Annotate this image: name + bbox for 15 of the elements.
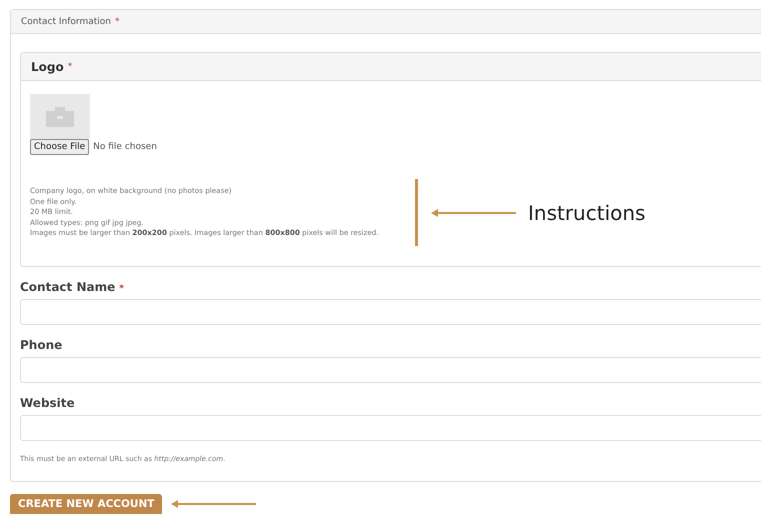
required-asterisk: * [68, 62, 72, 72]
field-label: Contact Name [20, 280, 116, 294]
required-asterisk: * [114, 16, 120, 26]
instructions-label: Instructions [528, 200, 646, 224]
logo-title: Logo [31, 60, 64, 74]
section-title: Contact Information [21, 16, 111, 26]
briefcase-icon [46, 106, 74, 126]
choose-file-button[interactable]: Choose File [30, 139, 90, 155]
file-status: No file chosen [93, 142, 157, 152]
required-asterisk: * [119, 284, 124, 294]
field-label: Website [20, 396, 75, 410]
arrow-icon [170, 499, 256, 509]
bracket-line [415, 179, 418, 246]
arrow-icon [430, 208, 516, 218]
field-label: Phone [20, 338, 62, 352]
